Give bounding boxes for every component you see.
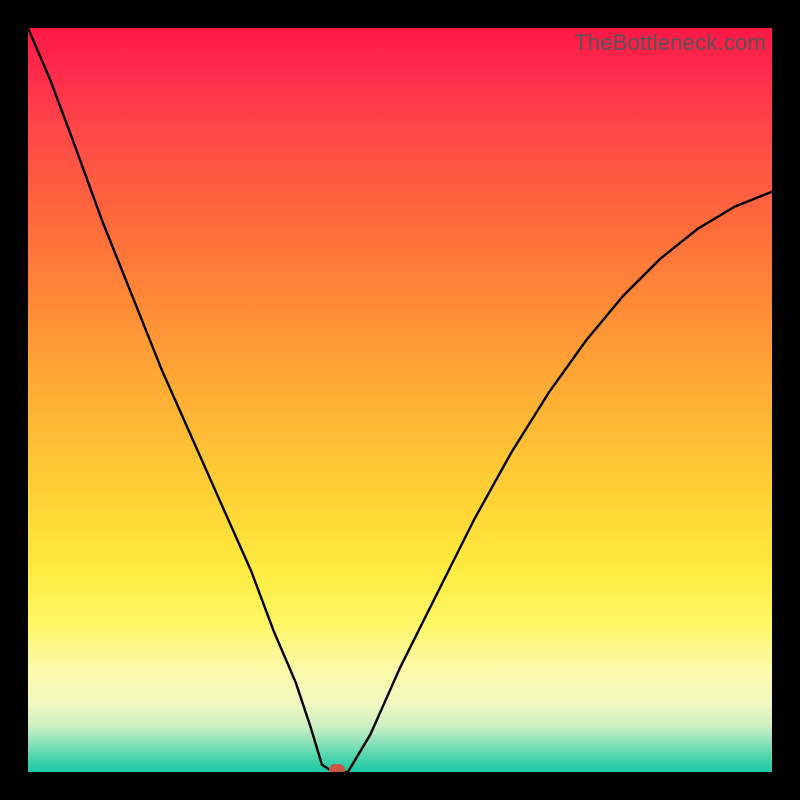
optimal-point-marker (329, 764, 345, 772)
plot-area: TheBottleneck.com (28, 28, 772, 772)
chart-frame: TheBottleneck.com (0, 0, 800, 800)
bottleneck-curve (28, 28, 772, 772)
curve-path (28, 28, 772, 772)
